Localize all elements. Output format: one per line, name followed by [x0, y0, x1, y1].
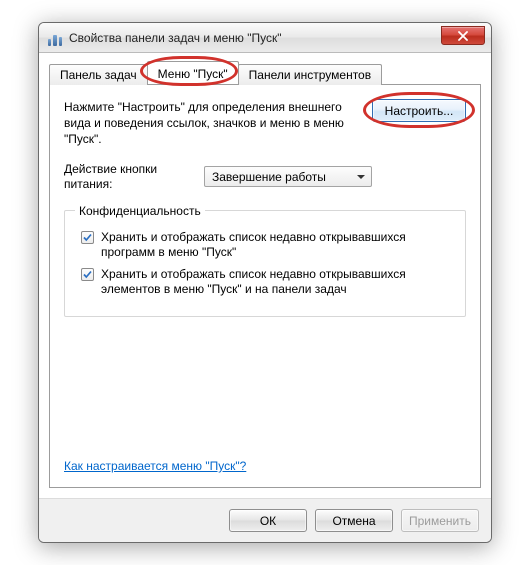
- checkmark-icon: [82, 232, 93, 243]
- checkbox-label: Хранить и отображать список недавно откр…: [101, 230, 455, 261]
- button-label: ОК: [260, 514, 276, 528]
- privacy-legend: Конфиденциальность: [75, 204, 205, 218]
- help-link[interactable]: Как настраивается меню "Пуск"?: [64, 459, 466, 473]
- tabstrip: Панель задач Меню "Пуск" Панели инструме…: [49, 61, 481, 84]
- chevron-down-icon: [357, 175, 365, 179]
- checkbox-row-recent-programs: Хранить и отображать список недавно откр…: [81, 230, 455, 261]
- configure-button[interactable]: Настроить...: [372, 99, 466, 122]
- checkbox-recent-items[interactable]: [81, 268, 94, 281]
- tab-label: Панели инструментов: [249, 68, 371, 82]
- checkbox-recent-programs[interactable]: [81, 231, 94, 244]
- titlebar[interactable]: Свойства панели задач и меню "Пуск": [39, 23, 491, 53]
- checkbox-row-recent-items: Хранить и отображать список недавно откр…: [81, 267, 455, 298]
- power-action-value: Завершение работы: [212, 170, 357, 184]
- power-action-combo[interactable]: Завершение работы: [204, 166, 372, 187]
- ok-button[interactable]: ОК: [229, 509, 307, 532]
- button-label: Применить: [409, 514, 471, 528]
- tab-label: Меню "Пуск": [158, 67, 228, 81]
- tab-label: Панель задач: [60, 68, 137, 82]
- power-action-label: Действие кнопки питания:: [64, 162, 204, 192]
- window-title: Свойства панели задач и меню "Пуск": [69, 31, 282, 45]
- privacy-group: Конфиденциальность Хранить и отображать …: [64, 204, 466, 317]
- instruction-text: Нажмите "Настроить" для определения внеш…: [64, 99, 372, 148]
- button-label: Отмена: [332, 514, 375, 528]
- checkmark-icon: [82, 269, 93, 280]
- configure-button-label: Настроить...: [385, 104, 454, 118]
- tab-start-menu[interactable]: Меню "Пуск": [147, 61, 239, 84]
- close-button[interactable]: [441, 26, 485, 45]
- power-action-row: Действие кнопки питания: Завершение рабо…: [64, 162, 466, 192]
- checkbox-label: Хранить и отображать список недавно откр…: [101, 267, 455, 298]
- tab-taskbar[interactable]: Панель задач: [49, 64, 148, 85]
- instruction-row: Нажмите "Настроить" для определения внеш…: [64, 99, 466, 148]
- apply-button: Применить: [401, 509, 479, 532]
- dialog-footer: ОК Отмена Применить: [39, 498, 491, 542]
- window-body: Панель задач Меню "Пуск" Панели инструме…: [39, 53, 491, 498]
- close-icon: [458, 31, 468, 41]
- cancel-button[interactable]: Отмена: [315, 509, 393, 532]
- tab-page: Нажмите "Настроить" для определения внеш…: [49, 84, 481, 488]
- taskbar-properties-icon: [47, 30, 63, 46]
- properties-window: Свойства панели задач и меню "Пуск" Пане…: [38, 22, 492, 543]
- spacer: [64, 317, 466, 459]
- tab-toolbars[interactable]: Панели инструментов: [238, 64, 382, 85]
